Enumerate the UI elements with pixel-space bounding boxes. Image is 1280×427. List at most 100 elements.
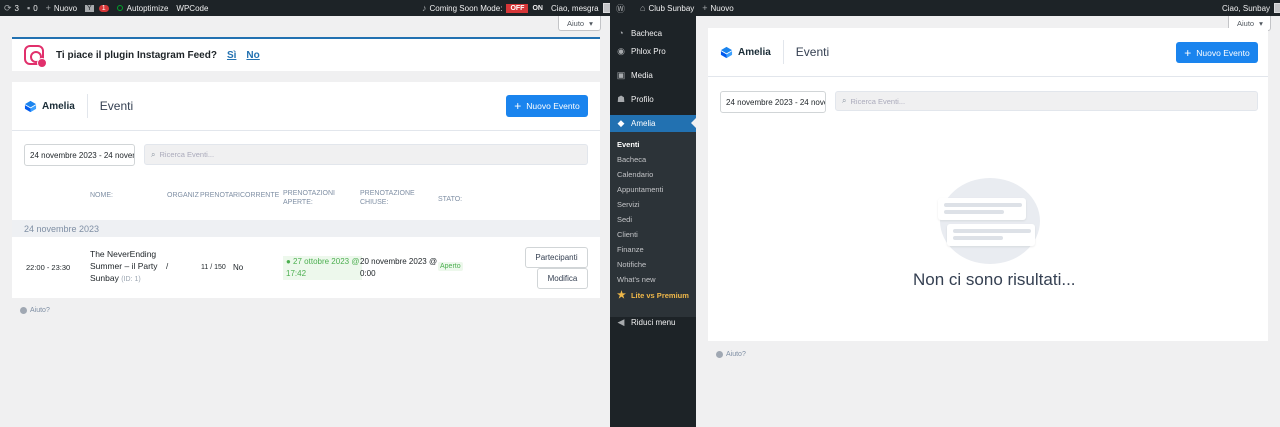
new-event-button[interactable]: + Nuovo Evento (506, 95, 588, 117)
event-recurring: No (233, 263, 244, 272)
profile-icon: ☗ (616, 93, 626, 104)
col-booked: PRENOTA (200, 192, 234, 199)
wordpress-icon: Ⓦ (616, 3, 626, 14)
col-status: STATO: (438, 196, 463, 203)
submenu-bacheca[interactable]: Bacheca (617, 155, 646, 164)
account-item[interactable]: Ciao, mesgra (551, 3, 610, 13)
header-divider-line (708, 76, 1268, 77)
date-range-input[interactable]: 24 novembre 2023 - 24 novembre 2023 (720, 91, 826, 113)
page-title: Eventi (99, 99, 134, 113)
date-group-header: 24 novembre 2023 (12, 220, 600, 237)
yes-link[interactable]: Sì (227, 50, 236, 61)
comment-icon: ▪ (27, 3, 31, 13)
site-name-item[interactable]: ⌂ Club Sunbay (640, 3, 694, 13)
submenu-notifiche[interactable]: Notifiche (617, 260, 646, 269)
submenu-whats-new[interactable]: What's new (617, 275, 656, 284)
col-recurring: RICORRENTE (233, 192, 280, 199)
wpcode-item[interactable]: WPCode (176, 4, 208, 13)
phlox-icon: ◉ (617, 45, 625, 56)
new-content-item[interactable]: + Nuovo (702, 3, 733, 13)
submenu-calendario[interactable]: Calendario (617, 170, 653, 179)
amelia-logo: Amelia (24, 100, 75, 113)
status-badge: Aperto (438, 262, 463, 271)
col-open: PRENOTAZIONI APERTE: (283, 190, 335, 206)
dashboard-icon: ◔ (618, 28, 624, 38)
submenu-lite-vs-premium[interactable]: ★ Lite vs Premium (617, 290, 689, 301)
help-link[interactable]: Aiuto? (20, 307, 50, 314)
search-icon: ⌕ (151, 149, 156, 159)
help-tab[interactable]: Aiuto ▾ (558, 16, 601, 31)
account-item[interactable]: Ciao, Sunbay (1222, 3, 1280, 13)
help-icon (20, 307, 27, 314)
amelia-icon: ◆ (617, 118, 625, 128)
right-window: Ⓦ ⌂ Club Sunbay + Nuovo Ciao, Sunbay ◔ Bach… (610, 0, 1280, 427)
participants-button[interactable]: Partecipanti (525, 247, 588, 268)
autoptimize-item[interactable]: Autoptimize (116, 4, 168, 13)
no-link[interactable]: No (246, 50, 259, 61)
coming-soon-item[interactable]: ♪ Coming Soon Mode: OFF ON (422, 3, 543, 13)
yoast-icon: Y (85, 4, 94, 12)
header-divider (782, 40, 784, 64)
caret-down-icon: ▾ (589, 18, 593, 28)
plus-icon: + (514, 99, 522, 113)
instagram-icon (24, 45, 47, 68)
collapse-icon: ◀ (617, 316, 625, 327)
sidebar-item-media[interactable]: ▣ Media (610, 68, 696, 82)
new-event-button[interactable]: + Nuovo Evento (1176, 42, 1258, 63)
sidebar-item-bacheca[interactable]: ◔ Bacheca (610, 26, 696, 40)
open-bookings-date: ● 27 ottobre 2023 @17:42 (283, 256, 363, 280)
sidebar-item-amelia[interactable]: ◆ Amelia (610, 115, 696, 132)
amelia-logo-icon (24, 100, 37, 112)
event-name: The NeverEnding Summer – il Party Sunbay… (90, 249, 158, 283)
edit-button[interactable]: Modifica (537, 268, 588, 289)
event-id: (ID: 1) (121, 276, 141, 283)
submenu-finanze[interactable]: Finanze (617, 245, 644, 254)
new-content-item[interactable]: + Nuovo (46, 3, 77, 13)
amelia-logo: Amelia (720, 46, 771, 59)
plus-icon: + (45, 3, 51, 13)
plus-icon: + (1184, 45, 1192, 60)
amelia-header: Amelia Eventi (24, 94, 133, 118)
home-icon: ⌂ (640, 3, 646, 13)
header-divider-line (12, 130, 600, 131)
updates-item[interactable]: ⟳ 3 (4, 3, 19, 14)
submenu-servizi[interactable]: Servizi (617, 200, 640, 209)
avatar (602, 3, 610, 13)
event-booked: 11 / 150 (201, 264, 226, 271)
amelia-header: Amelia Eventi (720, 40, 829, 64)
submenu-sedi[interactable]: Sedi (617, 215, 632, 224)
date-range-input[interactable]: 24 novembre 2023 - 24 novembre 2023 (24, 144, 135, 166)
col-organizer: ORGANIZZATORE: (167, 192, 199, 199)
sidebar-item-phlox[interactable]: ◉ Phlox Pro (610, 44, 696, 58)
caret-down-icon: ▾ (1259, 18, 1263, 28)
submenu-appuntamenti[interactable]: Appuntamenti (617, 185, 663, 194)
yoast-item[interactable]: Y1 (85, 4, 109, 12)
search-input[interactable]: ⌕ Ricerca Eventi... (144, 144, 588, 165)
on-toggle[interactable]: ON (532, 5, 543, 12)
avatar (1274, 3, 1280, 13)
sidebar-item-profilo[interactable]: ☗ Profilo (610, 92, 696, 106)
events-panel: Amelia Eventi + Nuovo Evento 24 novembre … (708, 28, 1268, 341)
star-icon: ★ (617, 290, 626, 301)
wp-logo-item[interactable]: Ⓦ (616, 2, 628, 15)
search-icon: ⌕ (842, 96, 847, 105)
empty-state-text: Non ci sono risultati... (913, 270, 1076, 289)
collapse-menu[interactable]: ◀ Riduci menu (610, 315, 696, 329)
event-organizer: / (166, 262, 169, 271)
search-input[interactable]: ⌕ Ricerca Eventi... (835, 91, 1258, 111)
page-title: Eventi (795, 45, 830, 59)
updates-icon: ⟳ (4, 2, 12, 13)
submenu-clienti[interactable]: Clienti (617, 230, 638, 239)
status-dot-icon (116, 5, 123, 11)
media-icon: ▣ (616, 69, 626, 80)
comments-item[interactable]: ▪ 0 (27, 3, 38, 13)
off-toggle[interactable]: OFF (506, 3, 529, 13)
event-time: 22:00 - 23:30 (26, 263, 71, 272)
admin-bar: ⟳ 3 ▪ 0 + Nuovo Y1 Autoptimize WPCode ♪ Com… (0, 0, 610, 16)
submenu-eventi[interactable]: Eventi (617, 140, 640, 149)
col-name: NOME: (90, 192, 113, 199)
submenu-panel: Eventi Bacheca Calendario Appuntamenti S… (610, 132, 696, 317)
left-window: ⟳ 3 ▪ 0 + Nuovo Y1 Autoptimize WPCode ♪ Com… (0, 0, 610, 427)
help-link[interactable]: Aiuto? (716, 351, 746, 358)
bell-icon: ♪ (422, 3, 427, 13)
